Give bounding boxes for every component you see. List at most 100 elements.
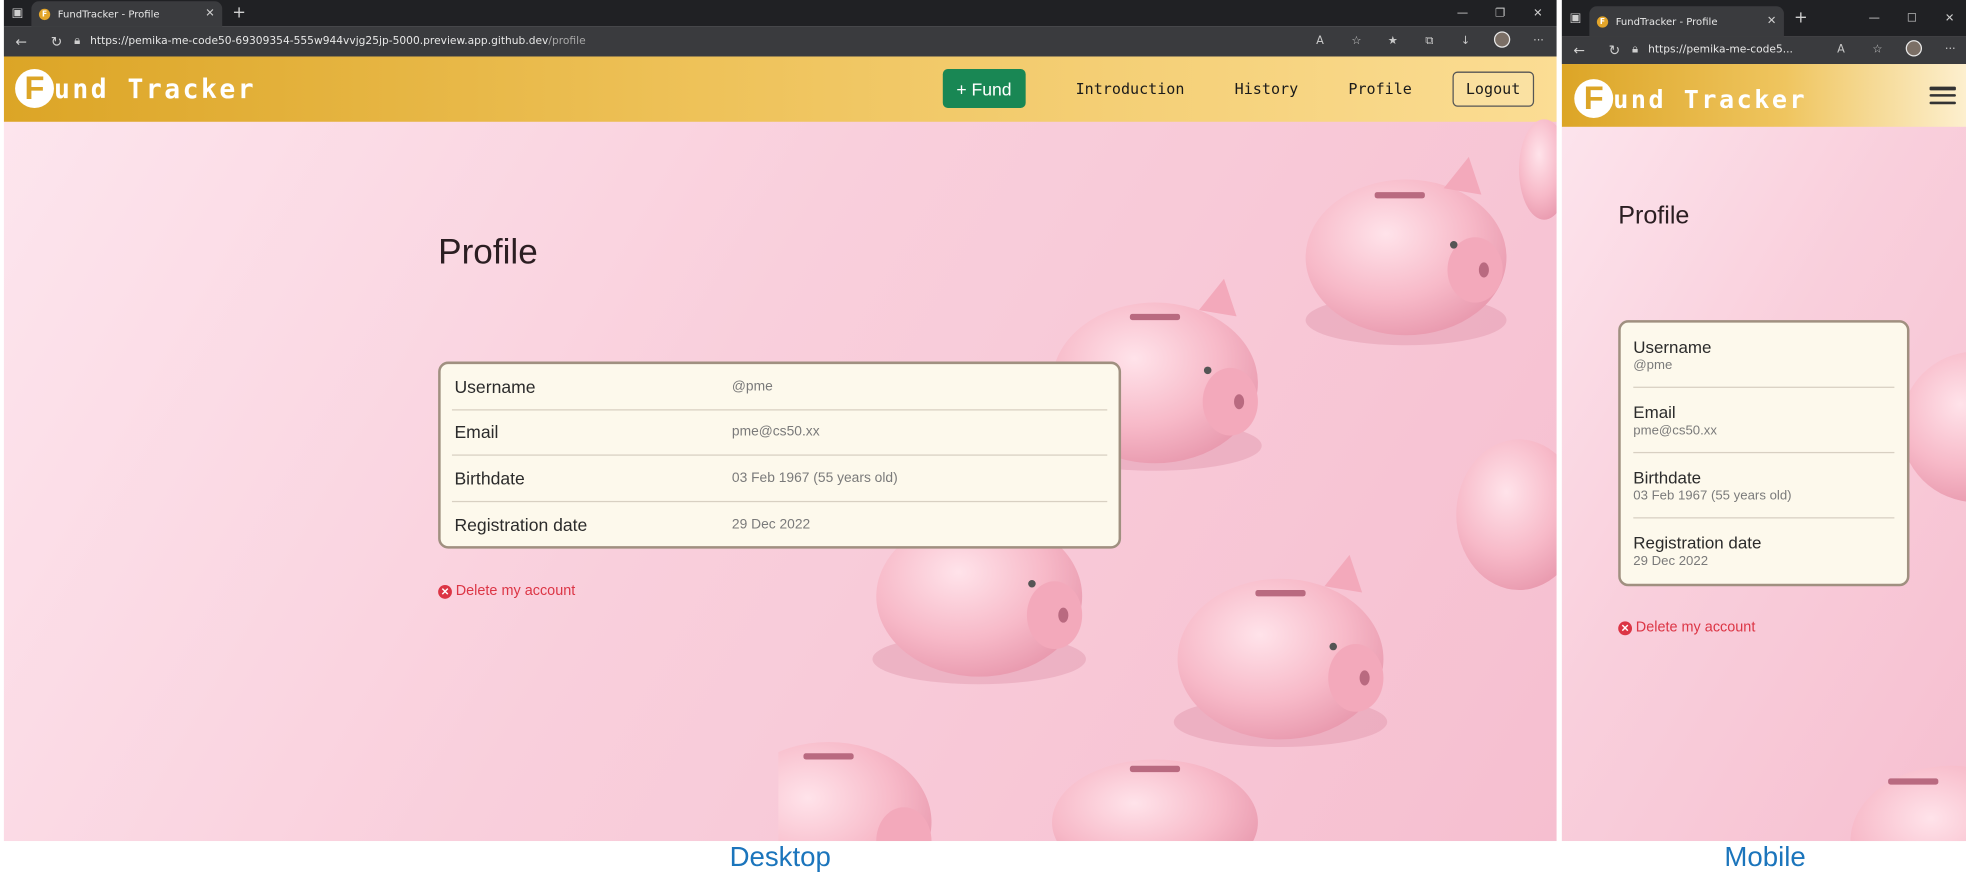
profile-avatar-icon[interactable] <box>1896 40 1932 60</box>
row-label: Username <box>1633 337 1712 356</box>
row-value: @pme <box>1633 357 1673 373</box>
delete-account-link[interactable]: ✕ Delete my account <box>1618 620 1755 635</box>
browser-toolbar: A ☆ ··· <box>1823 40 1966 60</box>
hamburger-icon[interactable] <box>1929 86 1956 105</box>
row-label: Registration date <box>1633 533 1762 553</box>
minimize-icon[interactable]: — <box>1444 7 1482 20</box>
row-label: Registration date <box>454 514 588 535</box>
window-close-icon[interactable]: ✕ <box>1519 7 1557 20</box>
tab-strip: ▣ F FundTracker - Profile ✕ + — ❐ ✕ <box>3 0 1557 27</box>
minimize-icon[interactable]: — <box>1855 12 1893 25</box>
nav-link-profile[interactable]: Profile <box>1348 80 1411 98</box>
profile-row-birthdate: Birthdate 03 Feb 1967 (55 years old) <box>1633 453 1895 519</box>
restore-icon[interactable]: ❐ <box>1481 7 1519 20</box>
browser-toolbar: A ☆ ★ ⧉ ↓ ··· <box>1302 31 1557 51</box>
piggy-4 <box>1173 554 1388 747</box>
lock-icon: 🔒︎ <box>1632 43 1639 57</box>
caption-mobile: Mobile <box>1724 841 1806 873</box>
row-label: Email <box>454 422 499 443</box>
lock-icon: 🔒︎ <box>74 35 81 48</box>
nav-links: + Fund Introduction History Profile Logo… <box>942 69 1535 108</box>
favorite-add-icon[interactable]: ☆ <box>1338 35 1374 48</box>
address-bar: ← ↻ 🔒︎ https://pemika-me-code50-69309354… <box>3 26 1557 57</box>
window-controls: — ☐ ✕ <box>1855 0 1966 36</box>
delete-account-link[interactable]: ✕ Delete my account <box>438 584 575 599</box>
url-path: /profile <box>548 35 586 48</box>
window-menu-icon[interactable]: ▣ <box>1562 0 1590 36</box>
piggy-1 <box>1305 156 1507 346</box>
logout-button[interactable]: Logout <box>1452 70 1535 107</box>
brand-logo[interactable]: F und Tracker <box>1574 79 1808 119</box>
more-icon[interactable]: ··· <box>1520 35 1556 48</box>
url-field[interactable]: 🔒︎ https://pemika-me-code50-69309354-555… <box>74 35 1302 48</box>
refresh-icon[interactable]: ↻ <box>1597 42 1632 58</box>
profile-row-email: Email pme@cs50.xx <box>1633 388 1895 454</box>
row-label: Username <box>454 376 536 397</box>
profile-card: Username @pme Email pme@cs50.xx Birthdat… <box>1618 320 1910 587</box>
piggy-5 <box>778 741 932 842</box>
piggy-8 <box>1519 119 1557 220</box>
plus-icon[interactable]: + <box>222 4 256 23</box>
favorites-icon[interactable]: ★ <box>1375 35 1411 48</box>
brand-letter: F <box>15 69 54 108</box>
url-host: https://pemika-me-code50-69309354-555w94… <box>90 35 549 48</box>
more-icon[interactable]: ··· <box>1932 44 1966 57</box>
desktop-browser-window: ▣ F FundTracker - Profile ✕ + — ❐ ✕ ← ↻ … <box>3 0 1557 842</box>
brand-text: und Tracker <box>53 73 257 104</box>
favorite-add-icon[interactable]: ☆ <box>1859 44 1895 57</box>
nav-link-introduction[interactable]: Introduction <box>1076 80 1185 98</box>
delete-account-label: Delete my account <box>1635 620 1756 636</box>
page-title: Profile <box>438 232 538 272</box>
read-aloud-icon[interactable]: A <box>1823 44 1859 57</box>
profile-avatar-icon[interactable] <box>1484 31 1520 51</box>
row-value: 29 Dec 2022 <box>1633 553 1709 569</box>
piggy-1 <box>1900 352 1966 502</box>
piggy-6 <box>1456 439 1557 591</box>
arrow-left-icon[interactable]: ← <box>4 33 39 49</box>
brand-logo[interactable]: F und Tracker <box>15 69 256 108</box>
brand-text: und Tracker <box>1613 83 1808 114</box>
address-bar: ← ↻ 🔒︎ https://pemika-me-code5... A ☆ ··… <box>1561 36 1966 65</box>
window-close-icon[interactable]: ✕ <box>1931 12 1966 25</box>
brand-letter: F <box>1574 79 1614 119</box>
delete-account-label: Delete my account <box>455 583 576 599</box>
tab-strip: ▣ F FundTracker - Profile ✕ + — ☐ ✕ <box>1561 0 1966 37</box>
favicon-icon: F <box>38 8 51 20</box>
profile-row-registration-date: Registration date 29 Dec 2022 <box>452 502 1107 548</box>
profile-row-username: Username @pme <box>1633 323 1895 388</box>
browser-tab[interactable]: F FundTracker - Profile ✕ <box>31 1 223 27</box>
row-value: 29 Dec 2022 <box>731 516 811 532</box>
plus-icon[interactable]: + <box>1784 9 1818 28</box>
read-aloud-icon[interactable]: A <box>1302 35 1338 48</box>
caption-desktop: Desktop <box>729 841 831 873</box>
favicon-icon: F <box>1596 15 1609 27</box>
row-value: @pme <box>731 378 773 394</box>
profile-row-registration-date: Registration date 29 Dec 2022 <box>1633 518 1894 583</box>
close-icon[interactable]: ✕ <box>1767 15 1776 28</box>
download-icon[interactable]: ↓ <box>1447 35 1483 48</box>
nav-link-history[interactable]: History <box>1235 80 1298 98</box>
url-short: https://pemika-me-code5... <box>1648 43 1793 57</box>
close-icon[interactable]: ✕ <box>205 8 214 21</box>
row-value: pme@cs50.xx <box>731 424 820 440</box>
page-title: Profile <box>1618 202 1690 230</box>
page-viewport: F und Tracker + Fund Introduction Histor… <box>3 56 1557 842</box>
tab-title: FundTracker - Profile <box>1615 15 1718 27</box>
profile-card: Username @pme Email pme@cs50.xx Birthdat… <box>438 361 1122 549</box>
refresh-icon[interactable]: ↻ <box>39 33 74 49</box>
collections-icon[interactable]: ⧉ <box>1411 35 1447 48</box>
piggy-2 <box>1850 765 1966 842</box>
row-label: Email <box>1633 402 1676 422</box>
x-circle-icon: ✕ <box>438 584 452 599</box>
profile-row-email: Email pme@cs50.xx <box>451 410 1108 456</box>
arrow-left-icon[interactable]: ← <box>1562 42 1597 58</box>
page-viewport: F und Tracker Profile Username @pme Emai… <box>1561 64 1966 842</box>
window-menu-icon[interactable]: ▣ <box>4 0 32 26</box>
browser-tab[interactable]: F FundTracker - Profile ✕ <box>1589 6 1784 37</box>
add-fund-button[interactable]: + Fund <box>942 69 1026 108</box>
profile-row-username: Username @pme <box>451 364 1108 410</box>
maximize-icon[interactable]: ☐ <box>1893 12 1931 25</box>
url-field[interactable]: 🔒︎ https://pemika-me-code5... <box>1632 44 1823 57</box>
row-label: Birthdate <box>454 467 525 489</box>
mobile-browser-window: ▣ F FundTracker - Profile ✕ + — ☐ ✕ ← ↻ … <box>1561 0 1966 842</box>
